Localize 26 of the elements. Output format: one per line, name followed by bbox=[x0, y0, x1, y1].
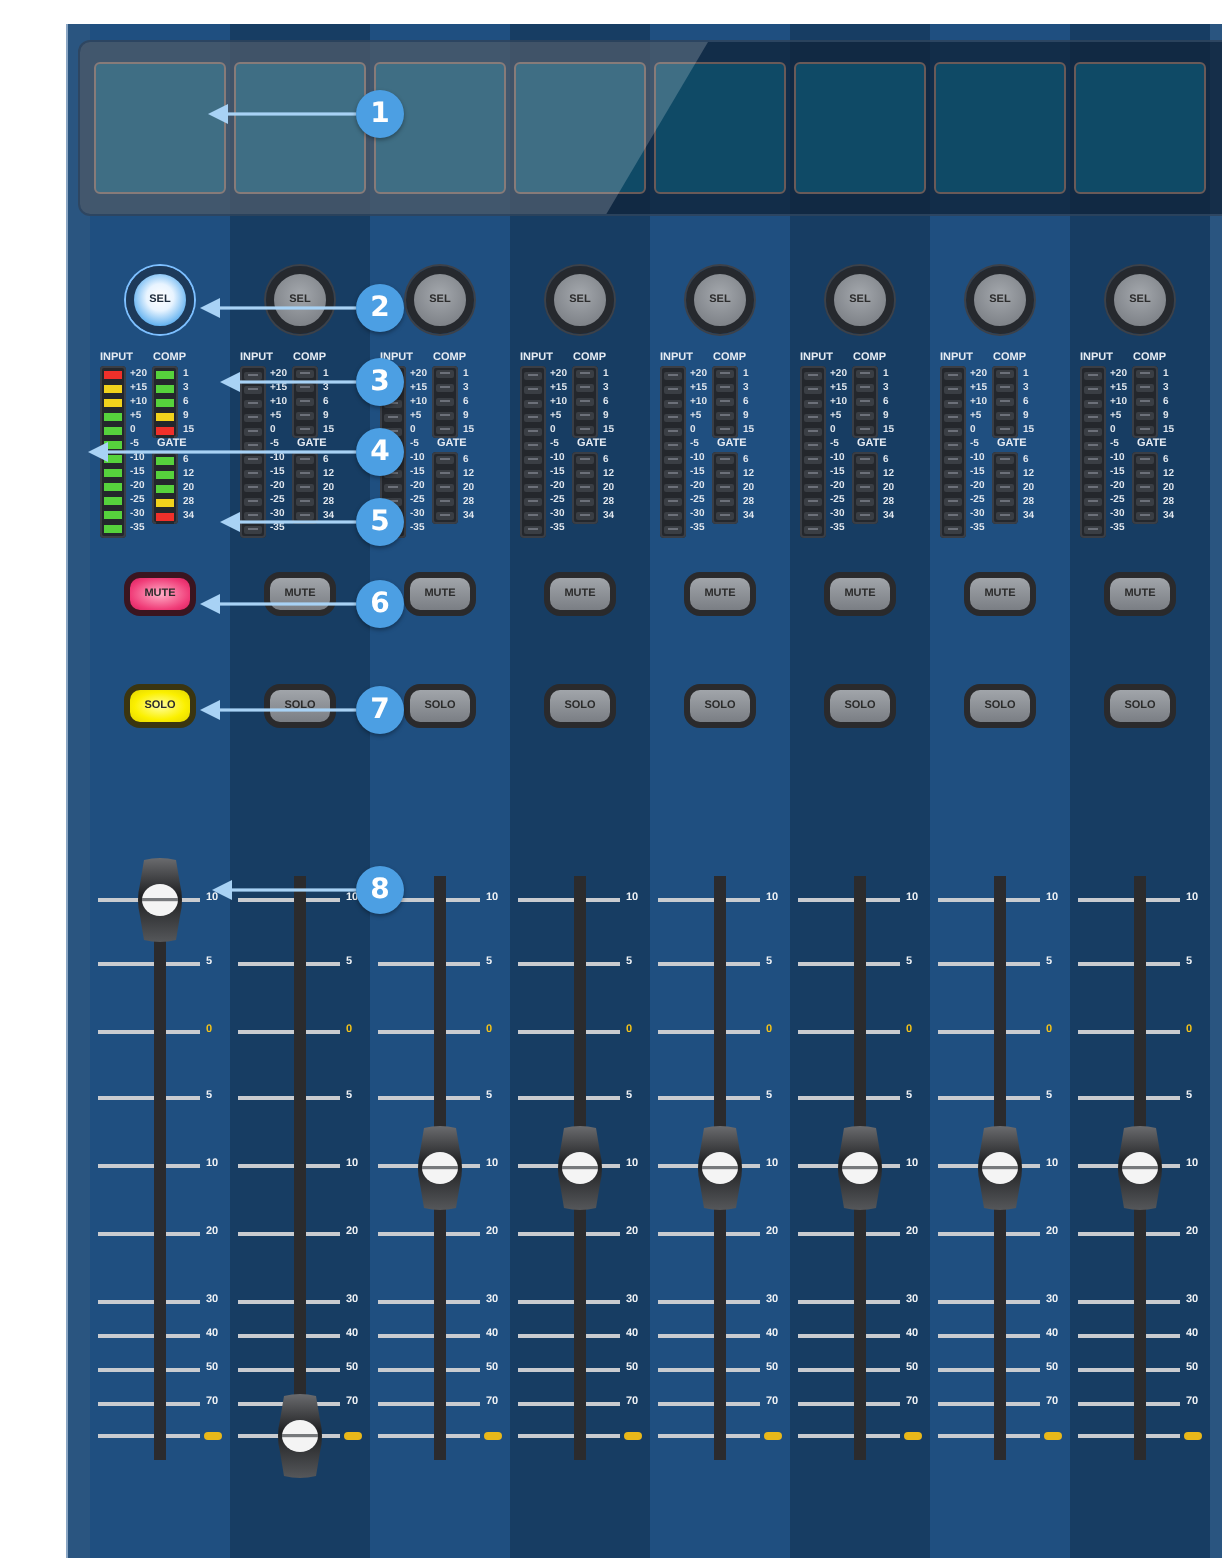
end-marker bbox=[344, 1432, 362, 1440]
fader-handle[interactable] bbox=[1116, 1124, 1164, 1212]
scribble-screen bbox=[234, 62, 366, 194]
fader-handle[interactable] bbox=[276, 1392, 324, 1480]
fader-handle[interactable] bbox=[136, 856, 184, 944]
callout-arrow bbox=[220, 512, 356, 532]
fader-handle[interactable] bbox=[556, 1124, 604, 1212]
end-marker bbox=[204, 1432, 222, 1440]
fader-handle[interactable] bbox=[976, 1124, 1024, 1212]
scribble-screen bbox=[94, 62, 226, 194]
scribble-screen bbox=[514, 62, 646, 194]
callout-arrow bbox=[220, 372, 356, 392]
scribble-screen bbox=[1074, 62, 1206, 194]
scribble-screen bbox=[794, 62, 926, 194]
end-marker bbox=[624, 1432, 642, 1440]
fader-handle[interactable] bbox=[696, 1124, 744, 1212]
scribble-screen bbox=[654, 62, 786, 194]
scribble-screen bbox=[934, 62, 1066, 194]
scribble-screen bbox=[374, 62, 506, 194]
end-marker bbox=[1184, 1432, 1202, 1440]
end-marker bbox=[764, 1432, 782, 1440]
end-marker bbox=[1044, 1432, 1062, 1440]
end-marker bbox=[484, 1432, 502, 1440]
end-marker bbox=[904, 1432, 922, 1440]
fader-handle[interactable] bbox=[416, 1124, 464, 1212]
fader-handle[interactable] bbox=[836, 1124, 884, 1212]
